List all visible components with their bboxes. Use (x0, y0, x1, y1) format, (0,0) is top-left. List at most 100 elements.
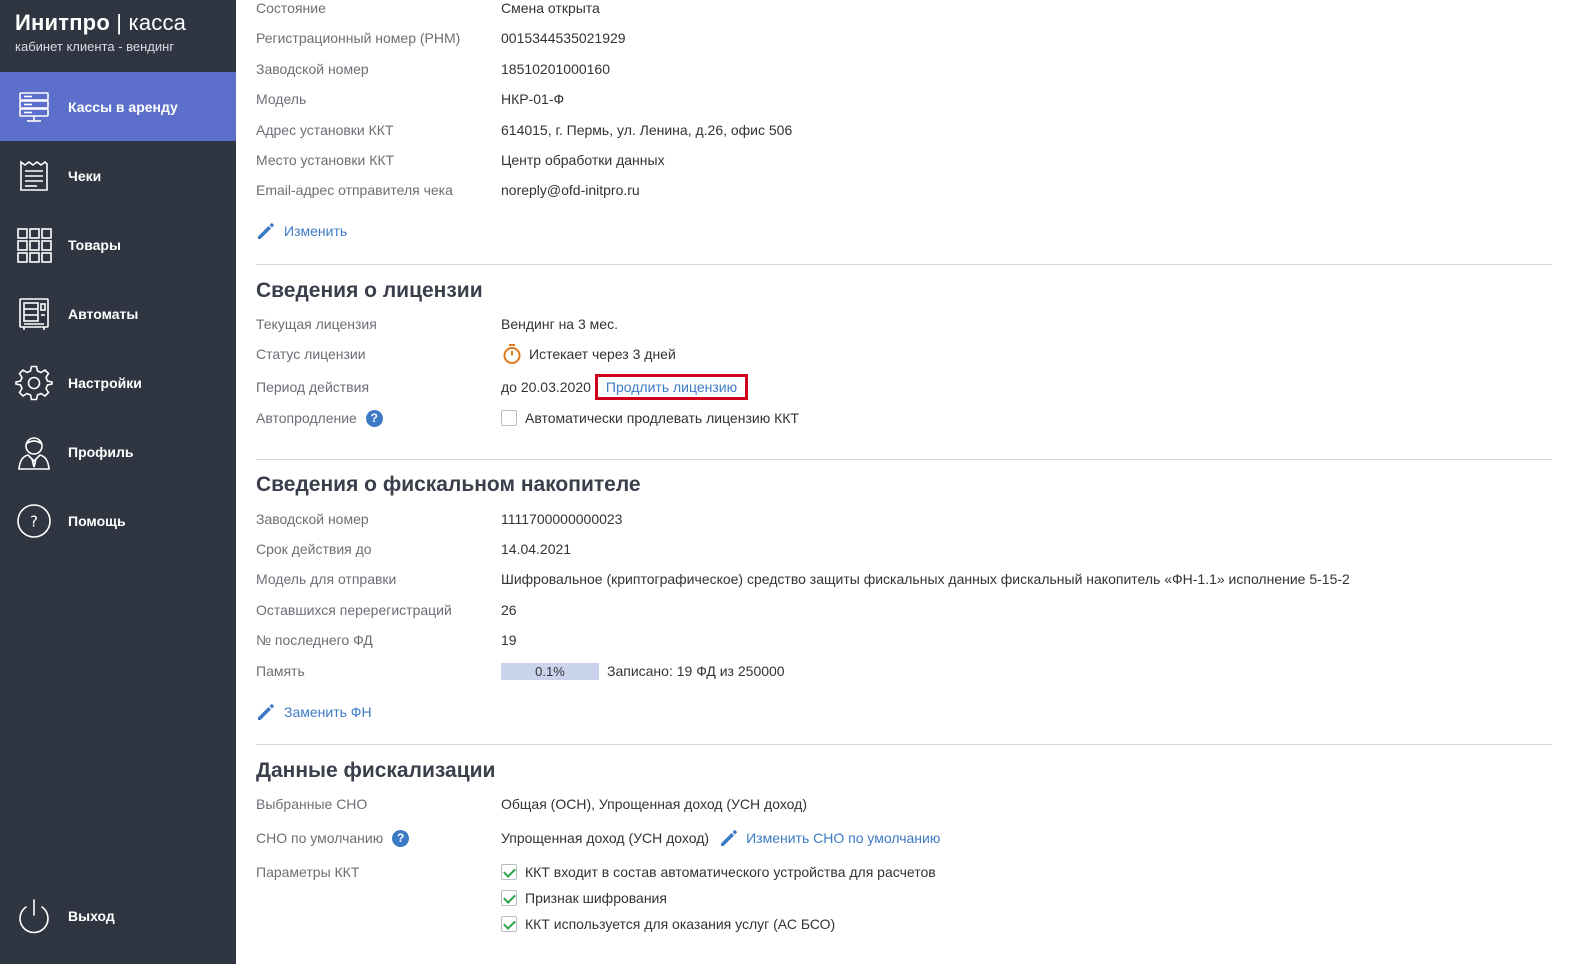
sidebar-item-label: Профиль (68, 443, 134, 460)
power-icon (15, 897, 53, 935)
sidebar-item-profile[interactable]: Профиль (0, 417, 236, 486)
param-label[interactable]: ККТ используется для оказания услуг (АС … (525, 916, 835, 932)
row-value: 26 (501, 602, 517, 618)
divider (256, 744, 1552, 745)
sidebar-item-label: Настройки (68, 374, 142, 391)
brand[interactable]: Инитпро | касса кабинет клиента - вендин… (15, 10, 186, 54)
help-icon[interactable]: ? (392, 829, 410, 847)
change-default-sno-link[interactable]: Изменить СНО по умолчанию (719, 828, 940, 848)
brand-product: касса (128, 10, 187, 35)
default-sno-value: Упрощенная доход (УСН доход) Изменить СН… (501, 828, 940, 848)
brand-name: Инитпро (15, 10, 110, 35)
user-icon (15, 433, 53, 471)
extend-license-link[interactable]: Продлить лицензию (594, 374, 749, 400)
fn-section-title: Сведения о фискальном накопителе (256, 473, 641, 496)
row-label: СНО по умолчанию (256, 830, 384, 846)
receipt-icon (15, 157, 53, 195)
autorenew-checkbox[interactable] (501, 410, 517, 426)
license-section-title: Сведения о лицензии (256, 279, 483, 302)
sidebar-item-rent-kkt[interactable]: Кассы в аренду (0, 72, 236, 141)
sidebar-item-vending-machines[interactable]: Автоматы (0, 279, 236, 348)
row-value: Общая (ОСН), Упрощенная доход (УСН доход… (501, 796, 807, 812)
row-label: Место установки ККТ (256, 152, 395, 168)
license-status-value: Истекает через 3 дней (501, 343, 676, 365)
row-value: 1111700000000023 (501, 511, 623, 527)
autorenew-label: Автопродление ? (256, 409, 383, 427)
row-label: Email-адрес отправителя чека (256, 182, 453, 198)
row-label: Заводской номер (256, 511, 369, 527)
license-period-value: до 20.03.2020 Продлить лицензию (501, 374, 749, 400)
row-label: Статус лицензии (256, 346, 366, 362)
autorenew-value: Автоматически продлевать лицензию ККТ (501, 410, 799, 426)
autorenew-checkbox-label[interactable]: Автоматически продлевать лицензию ККТ (525, 410, 799, 426)
param-checkbox[interactable] (501, 864, 517, 880)
row-label: Адрес установки ККТ (256, 122, 394, 138)
sidebar-item-settings[interactable]: Настройки (0, 348, 236, 417)
row-label: Автопродление (256, 410, 357, 426)
param-checkbox[interactable] (501, 916, 517, 932)
row-value: 614015, г. Пермь, ул. Ленина, д.26, офис… (501, 122, 793, 138)
sidebar-item-help[interactable]: ? Помощь (0, 486, 236, 555)
logout-label: Выход (68, 907, 115, 924)
row-value: 14.04.2021 (501, 541, 572, 557)
edit-kkt-button[interactable]: Изменить (256, 221, 347, 241)
help-icon: ? (15, 502, 53, 540)
default-sno-text: Упрощенная доход (УСН доход) (501, 830, 710, 846)
edit-label: Изменить (284, 223, 348, 239)
row-label: Модель (256, 91, 307, 107)
param-label[interactable]: ККТ входит в состав автоматического устр… (525, 864, 936, 880)
grid-icon (15, 226, 53, 264)
gear-icon (15, 364, 53, 402)
row-value: 18510201000160 (501, 61, 611, 77)
sidebar-item-label: Автоматы (68, 305, 139, 322)
memory-progress-bar: 0.1% (501, 662, 599, 680)
svg-text:?: ? (30, 512, 38, 530)
row-value: Смена открыта (501, 0, 600, 16)
row-value: Шифровальное (криптографическое) средств… (501, 571, 1350, 587)
row-label: Срок действия до (256, 541, 372, 557)
sidebar-item-label: Чеки (68, 167, 102, 184)
brand-subtitle: кабинет клиента - вендинг (15, 39, 175, 54)
param-item: Признак шифрования (501, 890, 667, 906)
row-label: Оставшихся перерегистраций (256, 602, 452, 618)
row-label: Память (256, 663, 305, 679)
sidebar-item-products[interactable]: Товары (0, 210, 236, 279)
sidebar: Инитпро | касса кабинет клиента - вендин… (0, 0, 236, 964)
row-label: Модель для отправки (256, 571, 397, 587)
row-label: Период действия (256, 379, 370, 395)
sidebar-item-label: Кассы в аренду (68, 98, 178, 115)
logout-button[interactable]: Выход (0, 881, 236, 950)
row-value: 0015344535021929 (501, 30, 626, 46)
timer-icon (503, 344, 521, 364)
vending-machine-icon (15, 295, 53, 333)
row-value: НКР-01-Ф (501, 91, 565, 107)
param-item: ККТ используется для оказания услуг (АС … (501, 916, 835, 932)
row-value: 19 (501, 632, 517, 648)
brand-separator: | (116, 10, 123, 35)
pencil-icon (258, 704, 274, 720)
license-status-text: Истекает через 3 дней (529, 346, 676, 362)
brand-title: Инитпро | касса (15, 10, 186, 36)
pencil-icon (721, 830, 737, 846)
row-value: Центр обработки данных (501, 152, 665, 168)
sidebar-item-label: Помощь (68, 512, 126, 529)
row-value: Вендинг на 3 мес. (501, 316, 618, 332)
memory-text: Записано: 19 ФД из 250000 (607, 663, 785, 679)
sidebar-item-receipts[interactable]: Чеки (0, 141, 236, 210)
memory-value: 0.1% Записано: 19 ФД из 250000 (501, 662, 785, 680)
divider (256, 264, 1552, 265)
row-label: Параметры ККТ (256, 864, 360, 880)
fiscal-section-title: Данные фискализации (256, 759, 496, 782)
help-icon[interactable]: ? (365, 409, 383, 427)
param-checkbox[interactable] (501, 890, 517, 906)
row-label: Состояние (256, 0, 326, 16)
param-item: ККТ входит в состав автоматического устр… (501, 864, 936, 880)
divider (256, 459, 1552, 460)
replace-fn-button[interactable]: Заменить ФН (256, 702, 372, 722)
server-icon (15, 88, 53, 126)
sidebar-item-label: Товары (68, 236, 121, 253)
default-sno-label: СНО по умолчанию ? (256, 829, 410, 847)
param-label[interactable]: Признак шифрования (525, 890, 667, 906)
row-label: № последнего ФД (256, 632, 373, 648)
row-value: noreply@ofd-initpro.ru (501, 182, 640, 198)
